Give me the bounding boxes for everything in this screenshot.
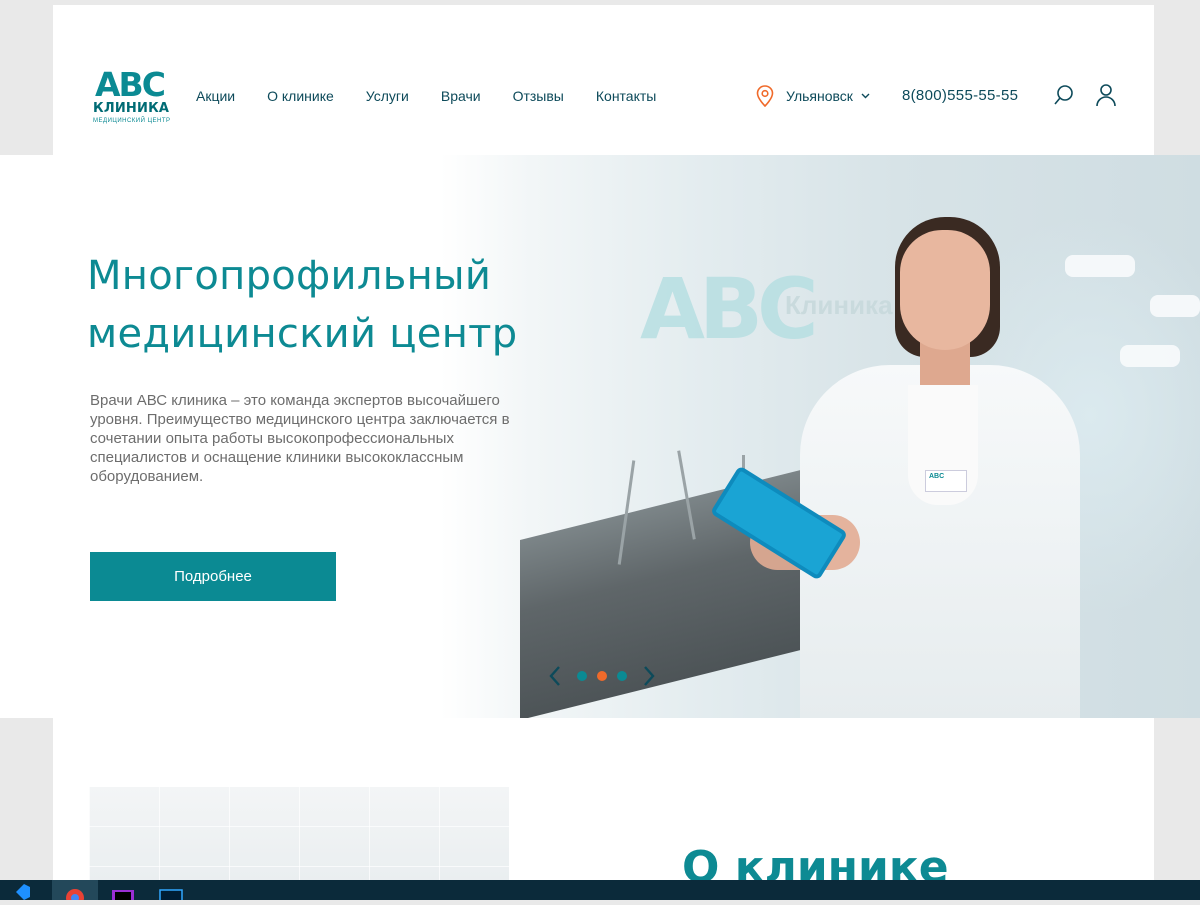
ceiling-light: [1120, 345, 1180, 367]
hero-title: Многопрофильный медицинский центр: [87, 247, 607, 363]
clinic-logo[interactable]: ABC КЛИНИКА МЕДИЦИНСКИЙ ЦЕНТР: [93, 65, 175, 128]
os-taskbar: [0, 880, 1200, 905]
hero-title-line1: Многопрофильный: [87, 253, 492, 299]
nav-item-about[interactable]: О клинике: [267, 88, 334, 104]
search-icon[interactable]: [1052, 83, 1076, 107]
hero-photo-doctor: ABC Клиника ABC: [440, 155, 1200, 718]
name-badge: ABC: [925, 470, 967, 492]
slider-dot-2[interactable]: [597, 671, 607, 681]
nav-item-doctors[interactable]: Врачи: [441, 88, 481, 104]
chrome-icon[interactable]: [52, 880, 98, 905]
photoshop-icon[interactable]: [152, 880, 190, 905]
ceiling-light: [1065, 255, 1135, 277]
slider-dot-1[interactable]: [577, 671, 587, 681]
vscode-icon[interactable]: [6, 880, 44, 900]
ceiling-light: [1150, 295, 1200, 317]
photo-logo-text: Клиника: [785, 290, 893, 320]
logo-mark: ABC: [95, 65, 166, 104]
nav-item-promotions[interactable]: Акции: [196, 88, 235, 104]
main-nav: Акции О клинике Услуги Врачи Отзывы Конт…: [196, 88, 688, 104]
phone-number[interactable]: 8(800)555-55-55: [902, 87, 1018, 104]
doctor-face: [900, 230, 990, 350]
slider-dot-3[interactable]: [617, 671, 627, 681]
chevron-down-icon: [861, 93, 870, 99]
more-button[interactable]: Подробнее: [90, 552, 336, 601]
nav-item-reviews[interactable]: Отзывы: [513, 88, 564, 104]
hero-description: Врачи АВС клиника – это команда эксперто…: [90, 392, 510, 485]
chevron-right-icon[interactable]: [642, 665, 656, 687]
logo-name: КЛИНИКА: [93, 101, 170, 116]
nav-item-contacts[interactable]: Контакты: [596, 88, 656, 104]
hero-title-line2: медицинский центр: [87, 311, 518, 357]
site-header: ABC КЛИНИКА МЕДИЦИНСКИЙ ЦЕНТР Акции О кл…: [53, 5, 1154, 155]
city-label: Ульяновск: [786, 88, 853, 104]
city-selector[interactable]: Ульяновск: [756, 85, 870, 107]
nav-item-services[interactable]: Услуги: [366, 88, 409, 104]
phpstorm-icon[interactable]: [104, 880, 142, 904]
chevron-left-icon[interactable]: [548, 665, 562, 687]
user-icon[interactable]: [1094, 83, 1118, 107]
slider-controls: [538, 665, 666, 687]
location-pin-icon: [756, 85, 774, 107]
hero-banner: ABC Клиника ABC Многопрофильный медицинс…: [0, 155, 1200, 718]
logo-subtitle: МЕДИЦИНСКИЙ ЦЕНТР: [93, 118, 171, 124]
